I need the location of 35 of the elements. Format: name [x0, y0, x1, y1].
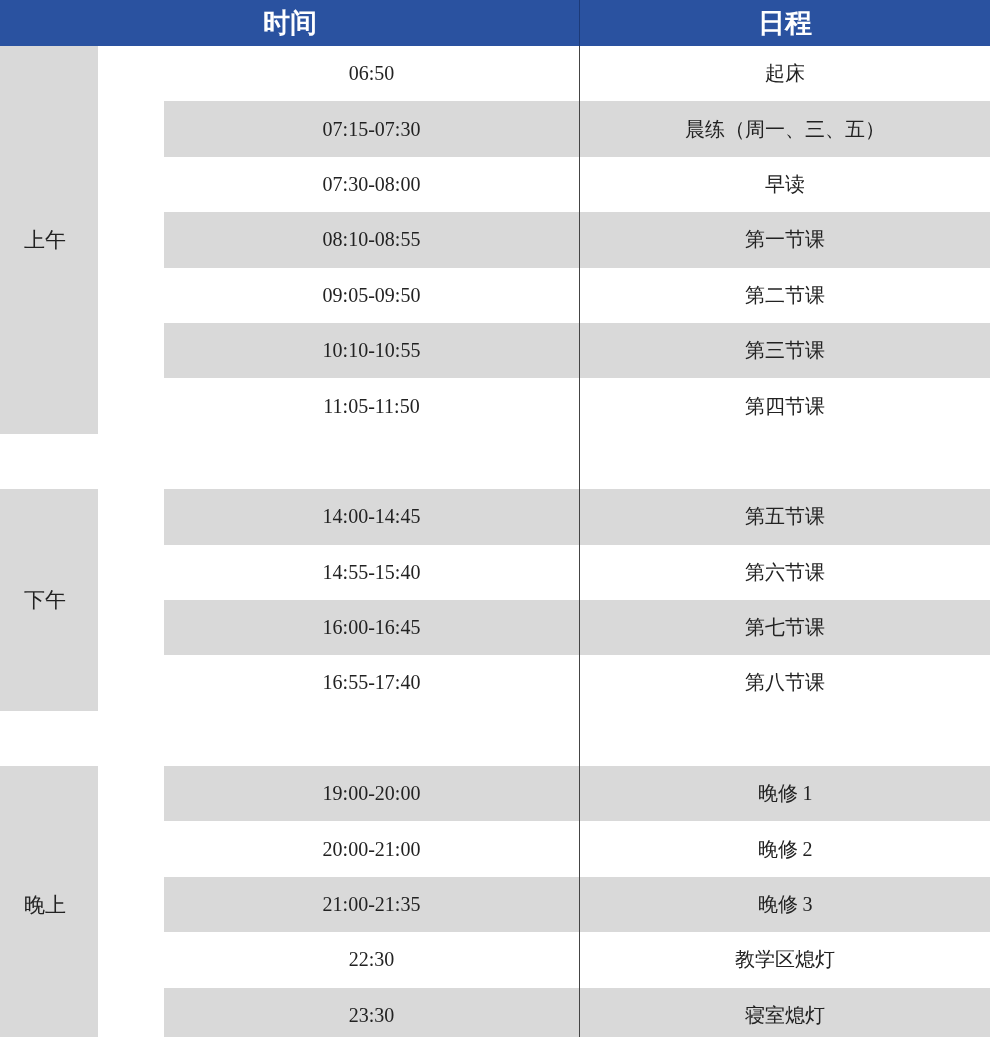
period-cell: 下午 [0, 489, 98, 711]
table-cell: 寝室熄灯 [579, 987, 990, 1037]
table-cell-text: 07:30-08:00 [321, 171, 422, 197]
table-cell: 第五节课 [579, 489, 990, 545]
table-cell-text: 14:55-15:40 [321, 559, 422, 585]
table-cell-text: 19:00-20:00 [321, 781, 422, 807]
table-cell-text: 14:00-14:45 [321, 504, 422, 530]
column-header: 时间 [261, 6, 318, 40]
period-cell: 晚上 [0, 766, 98, 1037]
table-cell: 第三节课 [579, 322, 990, 379]
table-cell-text: 16:00-16:45 [321, 615, 422, 641]
table-cell: 第一节课 [579, 212, 990, 268]
table-cell-text: 11:05-11:50 [322, 393, 421, 419]
table-cell-text: 20:00-21:00 [321, 836, 422, 862]
table-cell-text: 10:10-10:55 [321, 338, 422, 364]
table-cell-text: 21:00-21:35 [321, 892, 422, 918]
table-cell: 第六节课 [579, 544, 990, 600]
table-cell: 第七节课 [579, 599, 990, 656]
table-cell-text: 09:05-09:50 [321, 282, 422, 308]
table-cell-text: 07:15-07:30 [321, 116, 422, 142]
period-cell: 上午 [0, 46, 98, 434]
table-cell: 第四节课 [579, 378, 990, 434]
table-cell: 晚修 3 [579, 876, 990, 933]
table-cell: 教学区熄灯 [579, 932, 990, 988]
table-cell-text: 22:30 [347, 947, 396, 973]
table-cell-text: 16:55-17:40 [321, 670, 422, 696]
column-header: 日程 [579, 0, 990, 46]
table-cell: 晚修 2 [579, 821, 990, 877]
table-cell-text: 06:50 [347, 61, 396, 87]
table-cell: 第八节课 [579, 655, 990, 711]
table-cell: 晨练（周一、三、五） [579, 101, 990, 157]
table-cell: 晚修 1 [579, 766, 990, 822]
table-cell-text: 23:30 [347, 1002, 396, 1028]
table-cell: 第二节课 [579, 267, 990, 323]
table-cell-text: 08:10-08:55 [321, 227, 422, 253]
